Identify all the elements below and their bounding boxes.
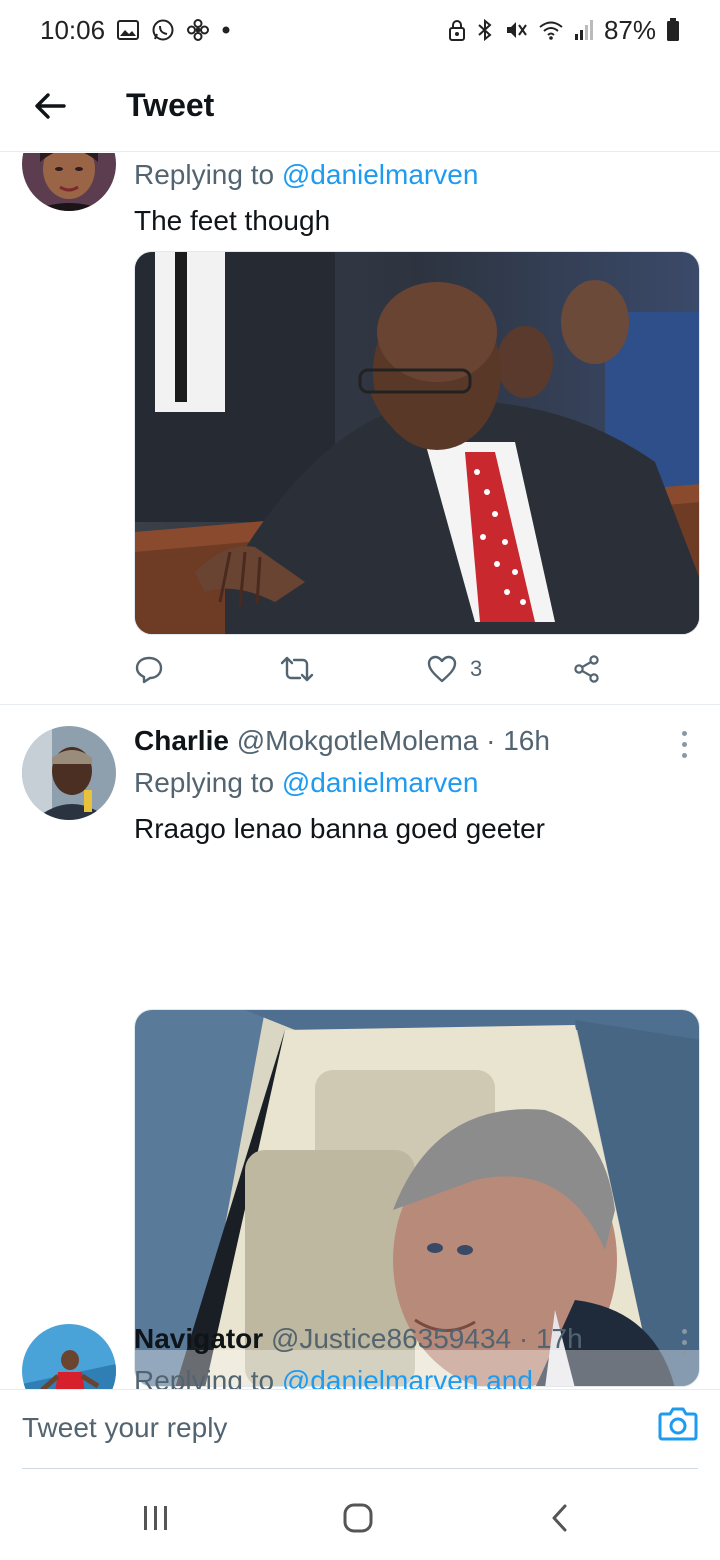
status-time: 10:06 xyxy=(40,14,106,45)
home-icon xyxy=(343,1503,373,1533)
whatsapp-icon xyxy=(151,18,175,42)
chevron-left-icon xyxy=(552,1504,567,1532)
heart-icon xyxy=(427,655,457,683)
mute-icon xyxy=(504,19,528,41)
replying-to-prefix: Replying to xyxy=(134,767,282,798)
more-dot-icon xyxy=(681,1339,687,1345)
more-options-button[interactable] xyxy=(672,1322,696,1362)
header: Tweet xyxy=(0,60,720,152)
lock-icon xyxy=(448,19,466,41)
system-nav-bar xyxy=(0,1470,720,1560)
composer-divider xyxy=(22,1468,698,1469)
status-left: 10:06 xyxy=(40,15,231,46)
recent-apps-button[interactable] xyxy=(136,1498,176,1538)
page-title: Tweet xyxy=(126,87,215,123)
avatar[interactable] xyxy=(22,726,116,820)
battery-icon xyxy=(666,18,680,42)
more-dot-icon xyxy=(681,741,687,747)
more-dot-icon xyxy=(681,1328,687,1334)
camera-button[interactable] xyxy=(658,1404,698,1444)
tweet-item[interactable]: Navigator @Justice86359434 · 17h Replyin… xyxy=(0,1304,720,1389)
tweet-body: Replying to @danielmarven The feet thoug… xyxy=(134,158,700,238)
reply-feed[interactable]: Replying to @danielmarven The feet thoug… xyxy=(0,153,720,1389)
display-name[interactable]: Navigator xyxy=(134,1323,263,1354)
status-bar: 10:06 87% xyxy=(0,0,720,60)
reply-button[interactable] xyxy=(134,654,164,684)
replying-to-line: Replying to @danielmarven and xyxy=(134,1364,700,1389)
back-button[interactable] xyxy=(20,76,80,136)
share-button[interactable] xyxy=(572,654,602,684)
tweet-actions: 3 xyxy=(134,649,614,689)
tweet-time: · 17h xyxy=(518,1323,583,1354)
battery-percent: 87% xyxy=(603,14,656,45)
like-button[interactable]: 3 xyxy=(426,654,482,684)
camera-icon xyxy=(658,1407,698,1441)
replying-to-prefix: Replying to xyxy=(134,1365,282,1389)
reply-input[interactable]: Tweet your reply xyxy=(22,1412,227,1444)
display-name[interactable]: Charlie xyxy=(134,725,229,756)
back-nav-button[interactable] xyxy=(540,1498,580,1538)
status-right: 87% xyxy=(448,15,680,46)
share-icon xyxy=(574,655,599,683)
reply-icon xyxy=(135,656,163,684)
more-dot-icon xyxy=(681,752,687,758)
tweet-item[interactable]: Replying to @danielmarven The feet thoug… xyxy=(0,153,720,706)
tweet-time: · 16h xyxy=(486,725,550,756)
dot-icon xyxy=(221,25,231,35)
tweet-body: Navigator @Justice86359434 · 17h Replyin… xyxy=(134,1322,700,1389)
tweet-meta: Charlie @MokgotleMolema · 16h xyxy=(134,724,700,758)
avatar[interactable] xyxy=(22,153,116,211)
fan-icon xyxy=(187,19,210,41)
tweet-body: Charlie @MokgotleMolema · 16h Replying t… xyxy=(134,724,700,846)
user-handle[interactable]: @Justice86359434 xyxy=(271,1323,511,1354)
gallery-icon xyxy=(117,20,140,40)
wifi-icon xyxy=(538,19,564,41)
signal-icon xyxy=(574,19,594,41)
retweet-icon xyxy=(280,656,314,682)
home-button[interactable] xyxy=(338,1498,378,1538)
replying-to-line: Replying to @danielmarven xyxy=(134,158,700,192)
mention-link[interactable]: @danielmarven xyxy=(282,159,479,190)
bluetooth-icon xyxy=(476,18,494,42)
mention-link[interactable]: @danielmarven and xyxy=(282,1365,533,1389)
retweet-button[interactable] xyxy=(280,654,314,684)
recent-apps-icon xyxy=(144,1506,167,1530)
replying-to-line: Replying to @danielmarven xyxy=(134,766,700,800)
tweet-text: The feet though xyxy=(134,205,331,236)
user-handle[interactable]: @MokgotleMolema xyxy=(237,725,479,756)
arrow-left-icon xyxy=(35,92,66,119)
like-count: 3 xyxy=(470,656,483,681)
avatar[interactable] xyxy=(22,1324,116,1389)
tweet-image[interactable] xyxy=(134,251,700,635)
divider xyxy=(0,704,720,705)
more-options-button[interactable] xyxy=(672,724,696,764)
tweet-item[interactable]: Charlie @MokgotleMolema · 16h Replying t… xyxy=(0,706,720,1387)
mention-link[interactable]: @danielmarven xyxy=(282,767,479,798)
more-dot-icon xyxy=(681,1350,687,1356)
tweet-text: Rraago lenao banna goed geeter xyxy=(134,813,546,844)
tweet-meta: Navigator @Justice86359434 · 17h xyxy=(134,1322,700,1356)
replying-to-prefix: Replying to xyxy=(134,159,282,190)
more-dot-icon xyxy=(681,730,687,736)
reply-composer: Tweet your reply xyxy=(0,1389,720,1469)
